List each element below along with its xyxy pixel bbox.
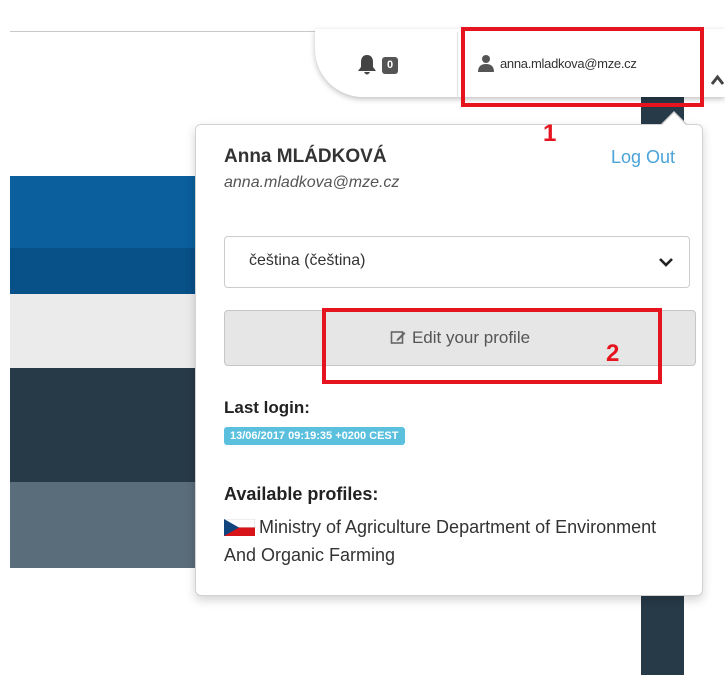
annotation-label-2: 2 bbox=[606, 340, 620, 367]
profile-name: Ministry of Agriculture Department of En… bbox=[224, 517, 657, 565]
background-band-slate bbox=[10, 482, 200, 568]
user-email: anna.mladkova@mze.cz bbox=[224, 174, 400, 191]
background-banner-blue bbox=[10, 176, 200, 248]
annotation-label-1: 1 bbox=[543, 120, 557, 147]
notification-count-badge: 0 bbox=[382, 56, 399, 74]
last-login-badge: 13/06/2017 09:19:35 +0200 CEST bbox=[224, 427, 405, 445]
background-band-dark bbox=[10, 368, 200, 482]
last-login-label: Last login: bbox=[224, 398, 310, 417]
background-banner-blue-dark bbox=[10, 248, 200, 294]
language-select-value: čeština (čeština) bbox=[249, 252, 366, 269]
profile-list-item[interactable]: Ministry of Agriculture Department of En… bbox=[224, 513, 684, 569]
dropdown-arrow-fill bbox=[662, 113, 686, 125]
bell-icon bbox=[358, 55, 376, 75]
user-full-name: Anna MLÁDKOVÁ bbox=[224, 146, 387, 167]
notifications-button[interactable]: 0 bbox=[357, 54, 399, 76]
language-select[interactable]: čeština (čeština) bbox=[224, 236, 690, 288]
chevron-down-icon bbox=[659, 258, 673, 267]
annotation-box-1 bbox=[461, 27, 704, 107]
logout-link[interactable]: Log Out bbox=[611, 147, 675, 168]
czech-flag-icon bbox=[224, 519, 255, 536]
background-band-gray bbox=[10, 294, 200, 368]
chevron-up-icon[interactable] bbox=[710, 73, 725, 87]
toolbar-divider bbox=[457, 32, 458, 98]
available-profiles-label: Available profiles: bbox=[224, 484, 379, 504]
